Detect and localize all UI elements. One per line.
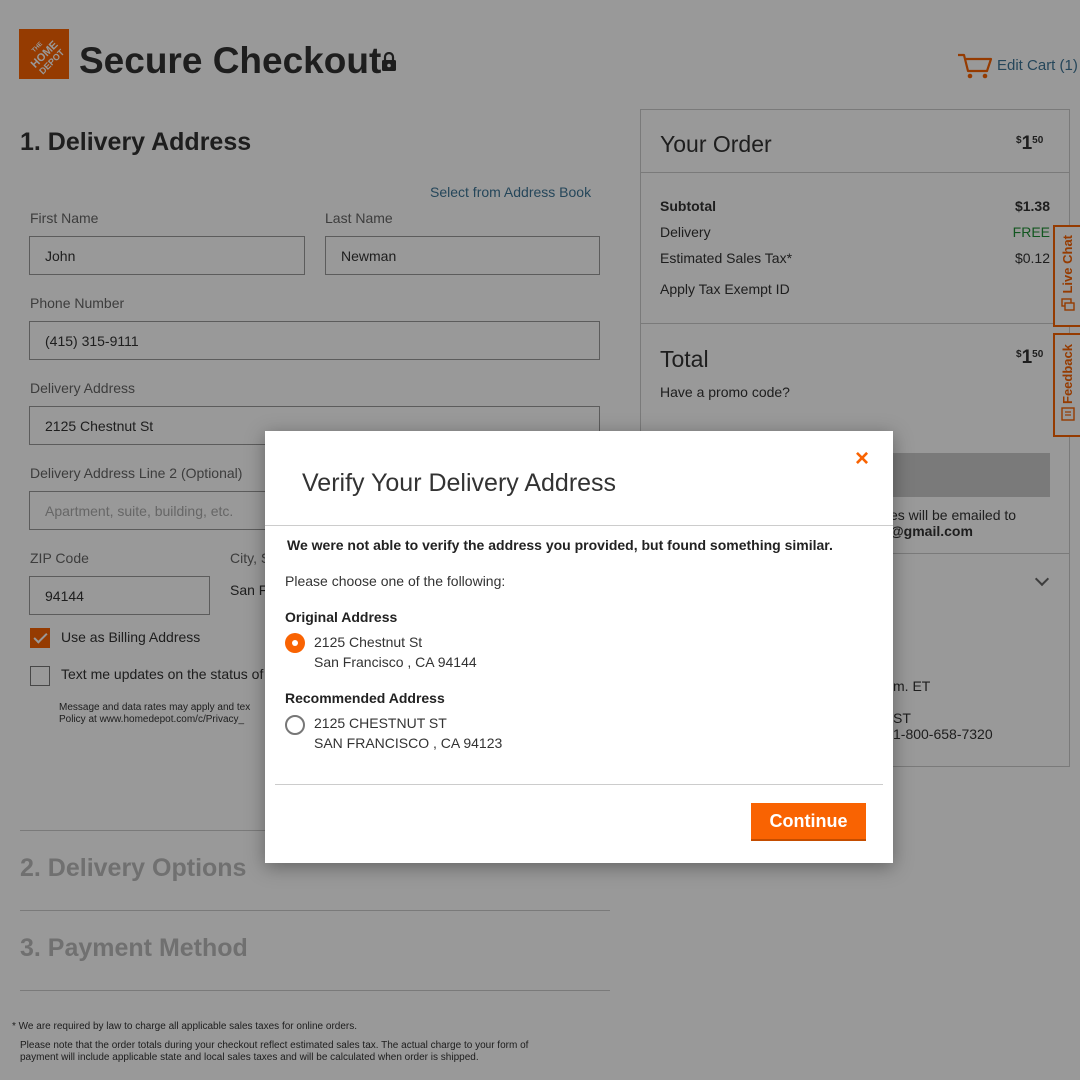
verification-message: We were not able to verify the address y… [287, 537, 833, 553]
verify-address-modal: Verify Your Delivery Address × We were n… [265, 431, 893, 863]
continue-button[interactable]: Continue [751, 803, 866, 841]
original-address-radio[interactable] [285, 633, 305, 653]
recommended-address-radio[interactable] [285, 715, 305, 735]
modal-title: Verify Your Delivery Address [302, 469, 617, 497]
original-address-line1: 2125 Chestnut St [314, 634, 423, 650]
recommended-address-heading: Recommended Address [285, 690, 445, 706]
original-address-line2: San Francisco , CA 94144 [314, 654, 477, 670]
recommended-address-line2: SAN FRANCISCO , CA 94123 [314, 735, 503, 751]
recommended-address-line1: 2125 CHESTNUT ST [314, 715, 447, 731]
original-address-heading: Original Address [285, 609, 398, 625]
choose-instruction: Please choose one of the following: [285, 573, 506, 589]
modal-footer-divider [275, 784, 883, 785]
modal-divider [265, 525, 893, 526]
close-icon[interactable]: × [855, 447, 869, 471]
